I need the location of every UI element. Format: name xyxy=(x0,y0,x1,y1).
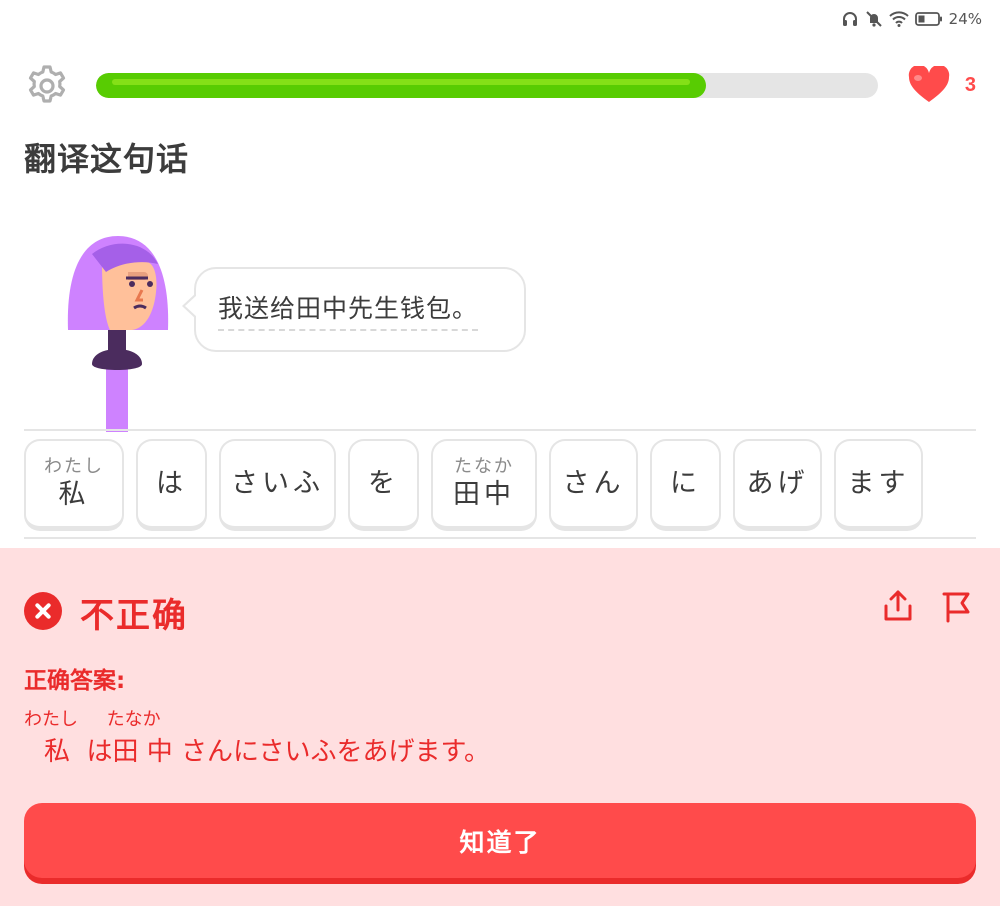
feedback-title: 不正确 xyxy=(80,596,188,636)
answer-line: わたし 私 は さいふ を たなか 田中 さん に あげ ます xyxy=(24,429,976,539)
tile-word: さいふ xyxy=(231,467,324,499)
tile-ruby: わたし xyxy=(44,455,104,477)
gear-icon[interactable] xyxy=(24,63,70,109)
answer-tile[interactable]: たなか 田中 xyxy=(431,439,537,531)
report-flag-icon[interactable] xyxy=(940,588,976,624)
lesson-header: 3 xyxy=(24,60,976,112)
progress-highlight xyxy=(112,79,690,85)
status-bar: 24% xyxy=(841,8,982,30)
tile-word: さん xyxy=(562,467,625,499)
tile-word: 私 xyxy=(58,478,90,510)
hearts-counter[interactable]: 3 xyxy=(907,66,976,104)
tile-word: あげ xyxy=(746,467,809,499)
tile-word: は xyxy=(156,467,187,499)
answer-tile[interactable]: を xyxy=(348,439,419,531)
hearts-count: 3 xyxy=(964,73,976,96)
close-circle-icon xyxy=(24,592,62,630)
tile-word: を xyxy=(368,467,399,499)
continue-button[interactable]: 知道了 xyxy=(24,803,976,878)
incorrect-feedback-panel: 不正确 正确答案: わたし たなか 私 は田 中 さんにさいふをあげます。 知道… xyxy=(0,548,1000,906)
tile-word: に xyxy=(670,467,701,499)
headphones-icon xyxy=(842,12,857,26)
mute-icon xyxy=(865,11,882,27)
speech-bubble-tail xyxy=(182,293,197,319)
answer-tile[interactable]: は xyxy=(136,439,207,531)
correct-answer-label: 正确答案: xyxy=(24,668,126,694)
lily-character-illustration xyxy=(67,236,169,432)
tile-word: ます xyxy=(847,467,910,499)
lesson-progress-bar xyxy=(96,73,878,98)
answer-tile[interactable]: さいふ xyxy=(219,439,336,531)
answer-tile[interactable]: わたし 私 xyxy=(24,439,124,531)
heart-icon xyxy=(908,66,950,102)
answer-tile[interactable]: に xyxy=(650,439,721,531)
exercise-title: 翻译这句话 xyxy=(24,140,190,178)
prompt-sentence[interactable]: 我送给田中先生钱包。 xyxy=(218,289,479,331)
answer-tile[interactable]: あげ xyxy=(733,439,822,531)
tile-word: 田中 xyxy=(453,478,515,510)
battery-percent: 24% xyxy=(948,10,982,28)
progress-fill xyxy=(96,73,706,98)
share-icon[interactable] xyxy=(880,588,916,624)
speech-bubble: 我送给田中先生钱包。 xyxy=(182,267,526,352)
answer-tile[interactable]: さん xyxy=(549,439,638,531)
answer-tile[interactable]: ます xyxy=(834,439,923,531)
correct-answer-text: 私 は田 中 さんにさいふをあげます。 xyxy=(44,737,490,767)
wifi-icon xyxy=(888,11,909,27)
battery-icon xyxy=(914,12,942,26)
tile-ruby: たなか xyxy=(454,455,514,477)
correct-answer-ruby: わたし たなか xyxy=(24,709,161,730)
